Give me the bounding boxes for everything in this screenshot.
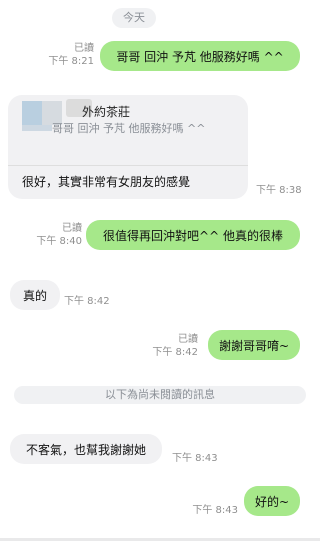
outgoing-message[interactable]: 謝謝哥哥唷~ [208,330,300,360]
message-time: 下午 8:38 [256,185,302,196]
message-text: 哥哥 回沖 予芃 他服務好嗎 ^^ [116,49,284,64]
message-meta: 已讀 下午 8:40 [30,222,82,248]
message-time: 下午 8:43 [192,505,238,516]
quoted-message[interactable]: 外約茶莊 哥哥 回沖 予芃 他服務好嗎 ^^ [8,95,248,165]
avatar-thumbnail [22,101,42,125]
incoming-message[interactable]: 不客氣，也幫我謝謝她 [10,434,162,464]
incoming-reply-message[interactable]: 外約茶莊 哥哥 回沖 予芃 他服務好嗎 ^^ 很好，其實非常有女朋友的感覺 [8,95,248,199]
date-divider: 今天 [112,8,156,28]
message-text: 不客氣，也幫我謝謝她 [25,442,146,457]
read-receipt: 已讀 [62,223,82,234]
message-text: 很好，其實非常有女朋友的感覺 [22,175,191,189]
message-text: 好的~ [254,494,290,509]
unread-divider-label: 以下為尚未閱讀的訊息 [105,388,215,401]
outgoing-message[interactable]: 哥哥 回沖 予芃 他服務好嗎 ^^ [100,41,300,71]
quoted-text: 哥哥 回沖 予芃 他服務好嗎 ^^ [52,122,206,135]
unread-divider: 以下為尚未閱讀的訊息 [14,386,306,404]
message-text: 真的 [22,288,47,303]
message-meta: 已讀 下午 8:42 [146,333,198,359]
message-text: 謝謝哥哥唷~ [218,338,290,353]
message-meta: 已讀 下午 8:21 [40,42,94,68]
message-time: 下午 8:42 [152,347,198,358]
message-time: 下午 8:21 [48,56,94,67]
date-divider-label: 今天 [123,11,145,24]
quoted-sender-name: 外約茶莊 [82,105,131,119]
message-time: 下午 8:42 [64,296,110,307]
read-receipt: 已讀 [178,334,198,345]
incoming-message[interactable]: 真的 [10,280,60,310]
outgoing-message[interactable]: 好的~ [244,486,300,516]
message-time: 下午 8:43 [172,453,218,464]
message-text: 很值得再回沖對吧^^ 他真的很棒 [103,228,283,243]
read-receipt: 已讀 [74,43,94,54]
outgoing-message[interactable]: 很值得再回沖對吧^^ 他真的很棒 [86,220,300,250]
avatar-thumbnail [22,125,52,131]
message-time: 下午 8:40 [36,236,82,247]
divider [8,165,248,166]
